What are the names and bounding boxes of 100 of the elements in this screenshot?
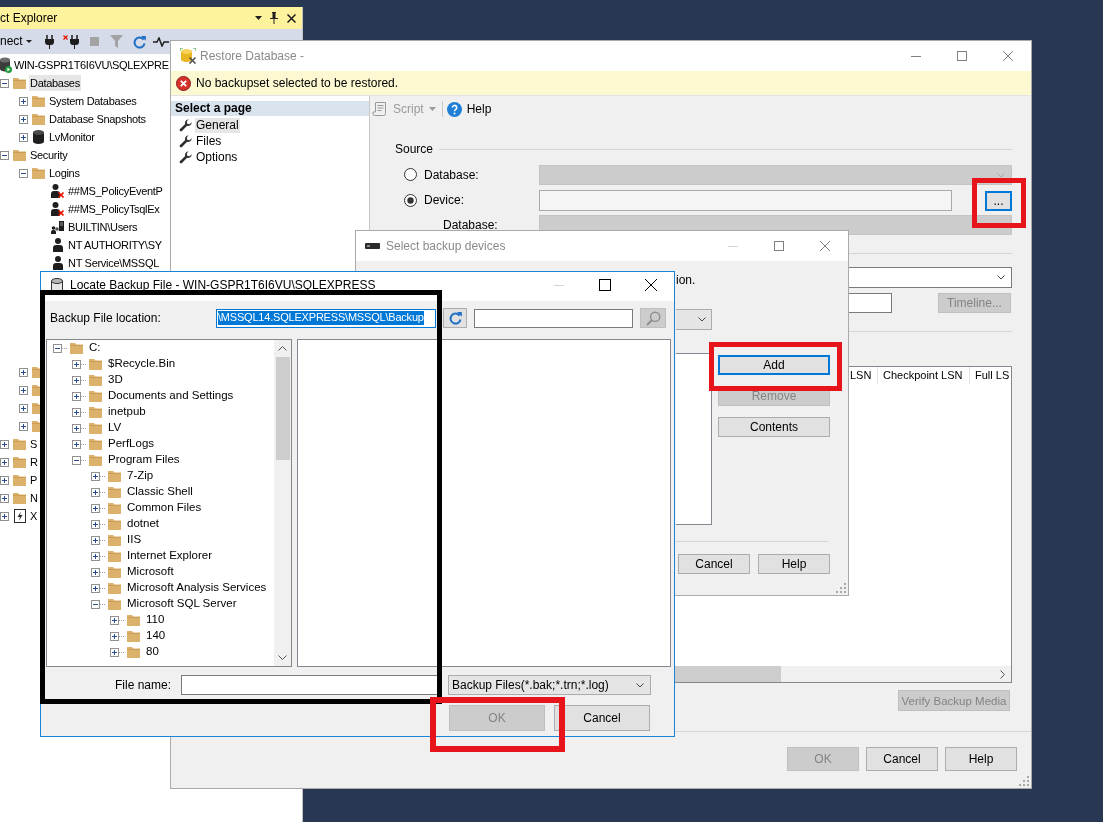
resize-grip-icon[interactable] xyxy=(1019,776,1029,786)
column-header[interactable]: Full LS xyxy=(969,367,1011,384)
tree-item[interactable]: LvMonitor xyxy=(48,129,96,145)
page-link[interactable]: Options xyxy=(195,149,239,165)
folder-item[interactable]: dotnet xyxy=(127,517,159,531)
file-type-dropdown[interactable]: Backup Files(*.bak;*.trn;*.log) xyxy=(448,675,651,695)
maximize-icon[interactable] xyxy=(599,279,611,291)
dialog-button[interactable]: Help xyxy=(945,747,1017,771)
folder-item[interactable]: Microsoft Analysis Services xyxy=(127,581,267,595)
folder-item[interactable]: Classic Shell xyxy=(127,485,193,499)
tree-item[interactable]: Security xyxy=(29,147,69,163)
tree-item[interactable]: Databases xyxy=(29,75,81,91)
expand-icon[interactable] xyxy=(19,403,28,413)
expand-icon[interactable] xyxy=(0,493,9,503)
dialog-button[interactable]: Cancel xyxy=(678,554,750,574)
expand-icon[interactable] xyxy=(72,359,87,369)
expand-icon[interactable] xyxy=(72,439,87,449)
page-link[interactable]: Files xyxy=(195,133,223,149)
expand-icon[interactable] xyxy=(0,439,9,449)
tree-item[interactable]: ##MS_PolicyTsqlEx xyxy=(67,201,161,217)
folder-item[interactable]: 7-Zip xyxy=(127,469,154,483)
close-icon[interactable] xyxy=(287,13,296,23)
expand-icon[interactable] xyxy=(19,421,28,431)
expand-icon[interactable] xyxy=(72,391,87,401)
help-button[interactable]: Help xyxy=(446,101,492,117)
collapse-icon[interactable] xyxy=(0,150,9,160)
column-header[interactable]: Checkpoint LSN xyxy=(877,367,969,384)
folder-item[interactable]: inetpub xyxy=(108,405,146,419)
list-box[interactable] xyxy=(676,353,712,525)
expand-icon[interactable] xyxy=(0,511,9,521)
pulse-icon[interactable] xyxy=(152,36,169,47)
expand-icon[interactable] xyxy=(19,367,28,377)
browse-button[interactable]: ... xyxy=(985,190,1012,211)
expand-icon[interactable] xyxy=(19,385,28,395)
expand-icon[interactable] xyxy=(91,535,106,545)
refresh-button[interactable] xyxy=(443,308,467,328)
expand-icon[interactable] xyxy=(110,631,125,641)
tree-item[interactable]: Logins xyxy=(48,165,81,181)
page-link[interactable]: General xyxy=(195,117,240,133)
radio-button[interactable] xyxy=(404,168,417,182)
dialog-button[interactable]: Help xyxy=(758,554,830,574)
caret-icon[interactable] xyxy=(255,16,262,20)
pin-icon[interactable] xyxy=(270,12,278,24)
folder-item[interactable]: IIS xyxy=(127,533,142,547)
refresh-icon[interactable] xyxy=(132,34,146,49)
connect-menu[interactable]: nect xyxy=(0,34,23,49)
tree-item[interactable]: WIN-GSPR1T6I6VU\SQLEXPRE xyxy=(13,57,170,73)
close-icon[interactable] xyxy=(645,279,657,291)
tree-item[interactable]: ##MS_PolicyEventP xyxy=(67,183,164,199)
dropdown-field[interactable] xyxy=(849,267,1012,288)
scroll-thumb[interactable] xyxy=(675,666,781,682)
folder-item[interactable]: Microsoft SQL Server xyxy=(127,597,237,611)
resize-grip-icon[interactable] xyxy=(836,583,846,593)
tree-item[interactable]: BUILTIN\Users xyxy=(67,219,139,235)
dialog-button[interactable]: Contents xyxy=(718,417,830,437)
radio-button[interactable] xyxy=(404,194,417,207)
tree-item[interactable]: N xyxy=(29,490,39,506)
dropdown-field[interactable] xyxy=(676,309,712,330)
collapse-icon[interactable] xyxy=(19,168,28,178)
tree-item[interactable]: Database Snapshots xyxy=(48,111,147,127)
folder-item[interactable]: LV xyxy=(108,421,122,435)
tree-item[interactable]: R xyxy=(29,454,39,470)
expand-icon[interactable] xyxy=(91,567,106,577)
collapse-icon[interactable] xyxy=(0,78,9,88)
tree-item[interactable]: NT AUTHORITY\SY xyxy=(67,237,163,253)
folder-item[interactable]: $Recycle.Bin xyxy=(108,357,176,371)
chevron-right-icon[interactable] xyxy=(1000,669,1005,679)
plug-cross-icon[interactable] xyxy=(62,34,79,49)
tree-item[interactable]: P xyxy=(29,472,39,488)
dialog-button[interactable]: Cancel xyxy=(866,747,938,771)
scroll-thumb[interactable] xyxy=(275,357,290,460)
folder-item[interactable]: 140 xyxy=(146,629,166,643)
folder-item[interactable]: Program Files xyxy=(108,453,180,467)
expand-icon[interactable] xyxy=(72,423,87,433)
expand-icon[interactable] xyxy=(91,471,106,481)
plug-icon[interactable] xyxy=(44,34,54,49)
dialog-button[interactable]: Add xyxy=(718,355,830,375)
input-field[interactable] xyxy=(539,190,952,211)
folder-item[interactable]: Microsoft xyxy=(127,565,174,579)
input-field[interactable] xyxy=(849,293,892,313)
expand-icon[interactable] xyxy=(72,407,87,417)
collapse-icon[interactable] xyxy=(53,343,68,353)
collapse-icon[interactable] xyxy=(72,455,87,465)
folder-item[interactable]: 3D xyxy=(108,373,123,387)
tree-item[interactable]: NT Service\MSSQL xyxy=(67,255,160,271)
collapse-icon[interactable] xyxy=(91,599,106,609)
chevron-down-icon[interactable] xyxy=(278,655,287,660)
folder-item[interactable]: 80 xyxy=(146,645,159,659)
expand-icon[interactable] xyxy=(110,615,125,625)
vertical-scrollbar[interactable] xyxy=(274,340,291,666)
expand-icon[interactable] xyxy=(91,487,106,497)
path-field[interactable]: \MSSQL14.SQLEXPRESS\MSSQL\Backup xyxy=(216,308,436,328)
expand-icon[interactable] xyxy=(91,583,106,593)
expand-icon[interactable] xyxy=(91,503,106,513)
folder-item[interactable]: Internet Explorer xyxy=(127,549,212,563)
minimize-icon[interactable] xyxy=(911,55,921,57)
caret-icon[interactable] xyxy=(25,40,32,43)
folder-item[interactable]: PerfLogs xyxy=(108,437,155,451)
search-field[interactable] xyxy=(474,308,633,328)
expand-icon[interactable] xyxy=(91,551,106,561)
